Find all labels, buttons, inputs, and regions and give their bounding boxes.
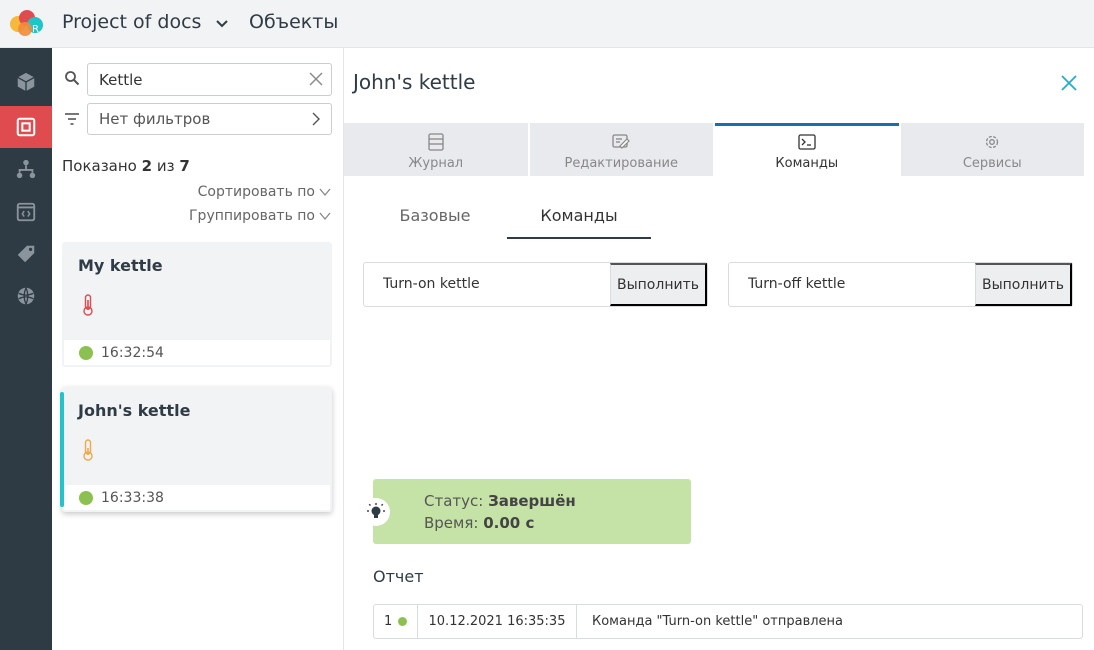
report-row-message: Команда "Turn-on kettle" отправлена [592,614,843,629]
tab-services[interactable]: Сервисы [900,123,1084,176]
execute-button[interactable]: Выполнить [610,263,707,306]
object-square-icon [16,117,36,137]
group-label: Группировать по [189,208,315,224]
sidebar-item-objects[interactable] [0,106,52,148]
terminal-icon [798,134,816,150]
list-item-selected[interactable]: John's kettle 16:33:38 [60,387,332,512]
report-row: 1 10.12.2021 16:35:35 Команда "Turn-on k… [373,604,1083,639]
command-status-box: Статус: Завершён Время: 0.00 с [373,479,691,544]
time-value: 0.00 с [483,514,535,532]
code-window-icon [16,202,36,222]
section-title: Объекты [249,11,339,33]
filter-label: Нет фильтров [99,110,211,128]
search-input[interactable] [87,63,332,96]
row-number: 1 [384,614,393,629]
online-status-dot [79,345,93,360]
object-detail-panel: John's kettle Журнал Редактирование Кома… [344,48,1094,650]
tab-label: Журнал [408,156,464,171]
item-time: 16:32:54 [101,344,164,361]
report-row-datetime: 10.12.2021 16:35:35 [418,605,577,638]
app-logo[interactable]: R [8,8,48,40]
tab-commands[interactable]: Команды [715,123,899,176]
sort-dropdown[interactable]: Сортировать по [198,184,331,200]
tab-label: Редактирование [564,156,678,171]
group-dropdown[interactable]: Группировать по [189,208,331,224]
status-line: Статус: Завершён [424,492,576,510]
item-title: John's kettle [78,401,191,420]
object-list-panel: Нет фильтров Показано 2 из 7 Сортировать… [52,48,344,650]
sidebar-rail [0,48,52,650]
status-icon-badge [362,498,390,526]
sort-label: Сортировать по [197,184,315,200]
time-label: Время: [424,514,479,532]
command-card: Turn-on kettle Выполнить [363,262,708,307]
search-icon [65,71,80,86]
lightbulb-icon [367,503,385,518]
success-status-dot [398,617,408,626]
time-line: Время: 0.00 с [424,514,534,532]
tab-label: Сервисы [962,156,1022,171]
close-icon[interactable] [309,72,323,86]
item-time: 16:33:38 [101,489,164,506]
execute-button[interactable]: Выполнить [975,263,1072,306]
top-bar: R Project of docs Объекты [0,0,1094,48]
sidebar-item-tags[interactable] [0,233,52,275]
detail-tabs: Журнал Редактирование Команды Сервисы [344,123,1084,176]
close-icon[interactable] [1060,74,1078,92]
svg-text:R: R [32,24,39,35]
item-title: My kettle [78,256,163,275]
cube-icon [17,72,35,92]
results-shown: 2 [141,157,153,175]
subtab-commands[interactable]: Команды [507,206,651,239]
results-prefix: Показано [62,157,137,175]
hierarchy-icon [16,159,36,179]
tag-icon [17,245,35,263]
command-card: Turn-off kettle Выполнить [728,262,1073,307]
item-status: 16:32:54 [64,340,330,365]
tab-journal[interactable]: Журнал [344,123,528,176]
results-of: из [156,157,175,175]
report-title: Отчет [373,567,424,586]
chevron-down-icon [319,188,331,197]
sidebar-item-network[interactable] [0,275,52,317]
journal-icon [428,133,444,151]
command-subtabs: Базовые Команды [363,206,651,239]
services-gear-icon [986,135,999,149]
thermometer-icon [83,294,93,316]
results-count: Показано 2 из 7 [62,157,190,175]
report-row-number: 1 [374,605,418,638]
subtab-basic[interactable]: Базовые [363,206,507,239]
chevron-down-icon[interactable] [214,16,230,32]
status-label: Статус: [424,492,484,510]
tab-edit[interactable]: Редактирование [529,123,713,176]
item-status: 16:33:38 [64,485,330,510]
chevron-right-icon [312,112,320,126]
filter-selector[interactable]: Нет фильтров [87,103,332,135]
command-label: Turn-on kettle [383,276,480,292]
sidebar-item-hierarchy[interactable] [0,148,52,190]
online-status-dot [79,490,93,505]
status-value: Завершён [488,492,576,510]
detail-title: John's kettle [353,70,476,94]
results-total: 7 [179,157,190,175]
chevron-down-icon [319,212,331,221]
globe-icon [17,287,35,305]
sidebar-item-code[interactable] [0,191,52,233]
sidebar-item-objects-cube[interactable] [0,61,52,103]
edit-icon [612,134,631,149]
project-title[interactable]: Project of docs [62,11,201,33]
tab-label: Команды [775,156,839,171]
thermometer-icon [83,439,93,461]
filter-icon [65,113,79,125]
command-label: Turn-off kettle [748,276,846,292]
list-item[interactable]: My kettle 16:32:54 [62,242,332,367]
